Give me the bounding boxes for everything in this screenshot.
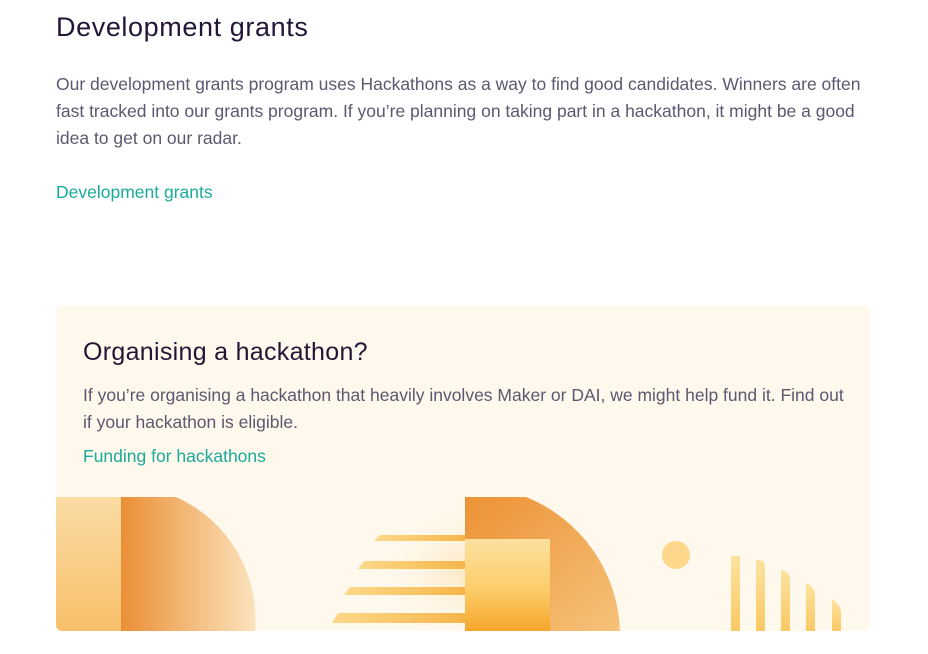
left-quarter-circle-shape (56, 497, 256, 631)
center-quarter-circle-shape (465, 497, 620, 631)
small-circle-shape (662, 541, 690, 569)
development-grants-link[interactable]: Development grants (56, 182, 213, 203)
hackathon-card: Organising a hackathon? If you’re organi… (56, 305, 870, 631)
vertical-bars-shape (731, 556, 841, 631)
hackathon-card-description: If you’re organising a hackathon that he… (83, 385, 844, 432)
hackathon-card-heading: Organising a hackathon? (83, 338, 368, 366)
hackathon-illustration (56, 497, 841, 631)
funding-for-hackathons-link[interactable]: Funding for hackathons (83, 446, 266, 467)
development-grants-heading: Development grants (56, 12, 309, 42)
development-grants-description: Our development grants program uses Hack… (56, 74, 861, 148)
